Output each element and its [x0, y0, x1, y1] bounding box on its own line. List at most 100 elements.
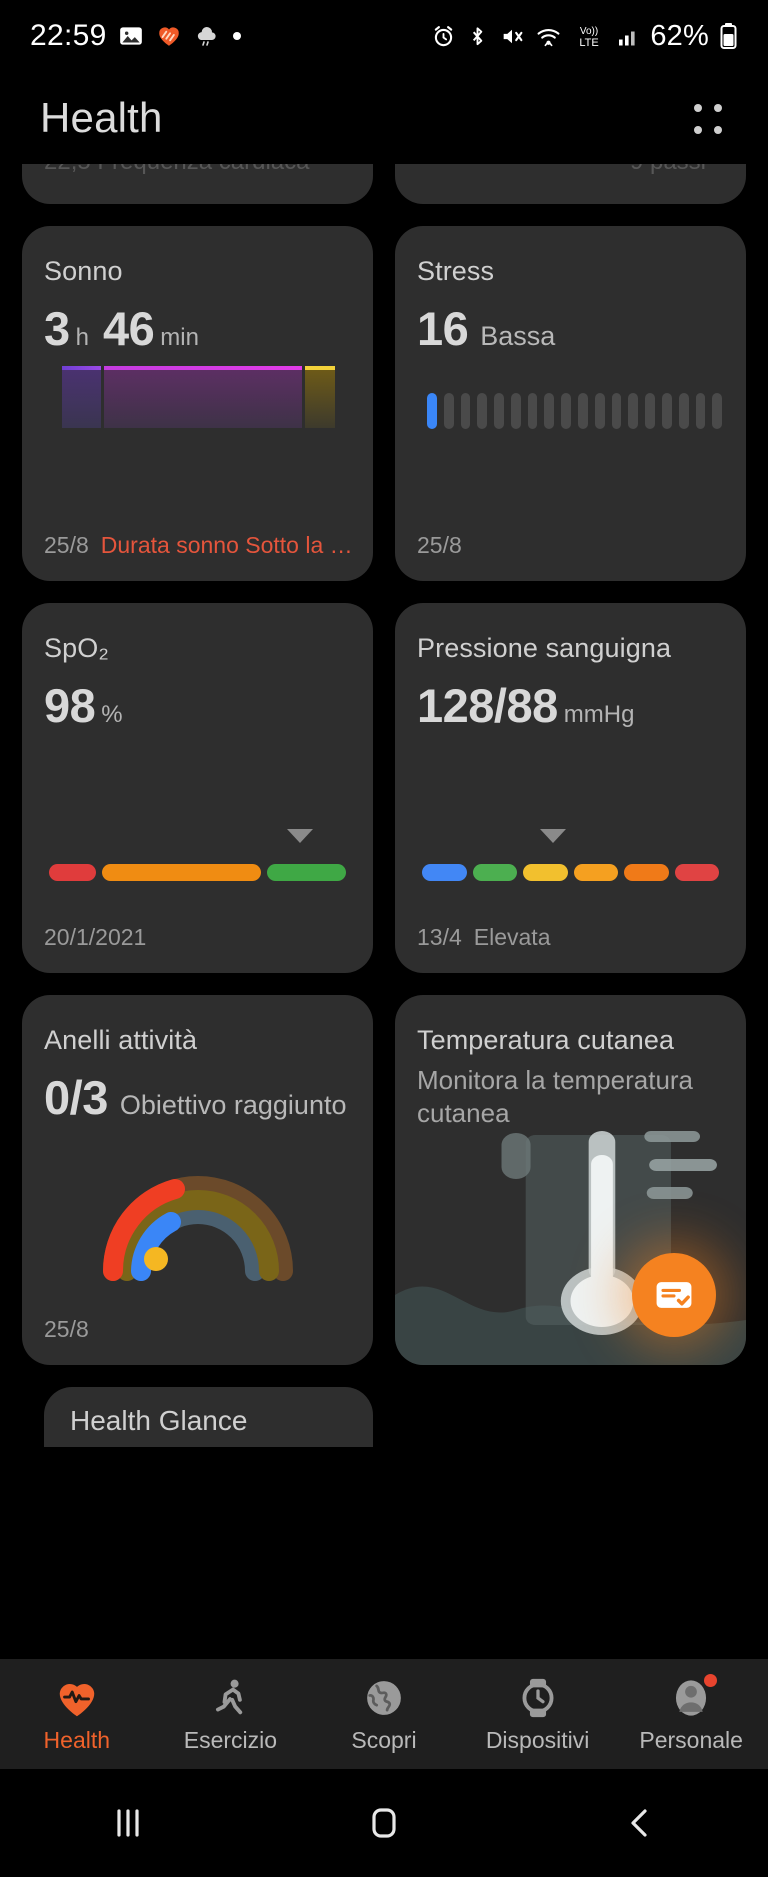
- sleep-minutes: 46: [103, 302, 155, 355]
- spo2-segment: [49, 864, 96, 881]
- sleep-stage-light: [103, 366, 302, 428]
- dot-icon: [231, 30, 243, 42]
- card-spo2[interactable]: SpO₂ 98 % 20/1/2021: [22, 603, 373, 973]
- blood-pressure-value: 128/88: [417, 679, 558, 732]
- spo2-date: 20/1/2021: [44, 924, 147, 950]
- stress-bar: [594, 393, 605, 429]
- back-icon[interactable]: [512, 1803, 768, 1843]
- alarm-icon: [431, 24, 456, 49]
- card-sleep[interactable]: Sonno 3 h 46 min 25/8 Durata sonno Sotto…: [22, 226, 373, 581]
- volte-icon: Vo)) LTE: [572, 23, 606, 49]
- sleep-hours-unit: h: [75, 324, 89, 351]
- stress-bar: [661, 393, 672, 429]
- activity-rings-label: Obiettivo raggiunto: [119, 1090, 347, 1120]
- card-stress[interactable]: Stress 16 Bassa 25/8: [395, 226, 746, 581]
- card-health-glance[interactable]: Health Glance: [44, 1387, 373, 1447]
- nav-item-dispositivi[interactable]: Dispositivi: [461, 1675, 615, 1754]
- sleep-stage-awake: [304, 366, 336, 428]
- row-spo2-bloodpressure: SpO₂ 98 % 20/1/2021 Pressione sanguigna …: [22, 603, 746, 973]
- stress-value-row: 16 Bassa: [417, 301, 724, 356]
- recents-icon[interactable]: [0, 1803, 256, 1843]
- blood-pressure-status: Elevata: [473, 924, 551, 950]
- app-bar: Health: [0, 72, 768, 164]
- home-icon[interactable]: [256, 1803, 512, 1843]
- activity-rings-footer: 25/8: [44, 1316, 359, 1343]
- activity-rings-value-row: 0/3 Obiettivo raggiunto: [44, 1070, 351, 1125]
- stress-bar: [510, 393, 521, 429]
- blood-pressure-segment: [523, 864, 568, 881]
- weather-icon: [194, 24, 220, 48]
- card-grid: 22,5 Frequenza cardiaca 9 passi Sonno 3 …: [0, 164, 768, 1447]
- mute-icon: [499, 24, 525, 49]
- stress-bar-chart: [427, 388, 723, 434]
- card-activity-rings[interactable]: Anelli attività 0/3 Obiettivo raggiunto: [22, 995, 373, 1365]
- spo2-footer: 20/1/2021: [44, 924, 359, 951]
- sleep-minutes-unit: min: [160, 324, 199, 351]
- nav-label-health: Health: [43, 1726, 111, 1753]
- spo2-title: SpO₂: [44, 633, 109, 663]
- sleep-footer: 25/8 Durata sonno Sotto la me...: [44, 532, 359, 559]
- add-measurement-button[interactable]: [632, 1253, 716, 1337]
- stress-value: 16: [417, 302, 469, 355]
- blood-pressure-value-row: 128/88 mmHg: [417, 678, 724, 733]
- spo2-range: [44, 829, 351, 881]
- sleep-date: 25/8: [44, 532, 89, 558]
- note-card-icon: [656, 1282, 692, 1308]
- phone-screen: 22:59 Vo)) LTE 62% Health Sonno 3 h 46 m…: [0, 0, 768, 1877]
- nav-item-health[interactable]: Health: [0, 1675, 154, 1754]
- nav-item-esercizio[interactable]: Esercizio: [154, 1675, 308, 1754]
- steps-partial-text: 9 passi: [630, 164, 706, 176]
- stress-date: 25/8: [417, 532, 462, 558]
- row-rings-temperature: Anelli attività 0/3 Obiettivo raggiunto: [22, 995, 746, 1365]
- person-icon: [669, 1673, 718, 1721]
- card-heart-rate-partial[interactable]: 22,5 Frequenza cardiaca: [22, 164, 373, 204]
- more-options-icon[interactable]: [684, 96, 728, 140]
- bottom-navigation: Health Esercizio Scopri Dispositivi Pers…: [0, 1659, 768, 1769]
- nav-item-personale[interactable]: Personale: [614, 1673, 768, 1754]
- stress-bar: [477, 393, 488, 429]
- status-time: 22:59: [30, 19, 107, 52]
- page-title: Health: [40, 94, 163, 141]
- heart-pulse-icon: [54, 1675, 100, 1721]
- sleep-warning: Durata sonno Sotto la me...: [100, 532, 359, 558]
- stress-bar: [460, 393, 471, 429]
- dashboard-scroll[interactable]: 22,5 Frequenza cardiaca 9 passi Sonno 3 …: [0, 164, 768, 1679]
- sleep-value: 3 h 46 min: [44, 301, 351, 356]
- blood-pressure-segment: [472, 864, 517, 881]
- stress-bar: [561, 393, 572, 429]
- activity-rings-date: 25/8: [44, 1316, 89, 1342]
- globe-icon: [362, 1675, 406, 1721]
- nav-label-personale: Personale: [639, 1726, 743, 1753]
- heart-rate-partial-text: 22,5 Frequenza cardiaca: [44, 164, 310, 176]
- stress-bar: [645, 393, 655, 429]
- status-bar: 22:59 Vo)) LTE 62%: [0, 0, 768, 72]
- nav-label-esercizio: Esercizio: [183, 1726, 278, 1753]
- card-blood-pressure[interactable]: Pressione sanguigna 128/88 mmHg 13/4 Ele…: [395, 603, 746, 973]
- nav-item-scopri[interactable]: Scopri: [307, 1675, 461, 1754]
- sleep-stage-deep: [62, 366, 101, 428]
- blood-pressure-segment: [624, 864, 669, 881]
- spo2-value-row: 98 %: [44, 678, 351, 733]
- activity-rings-title: Anelli attività: [44, 1025, 198, 1055]
- activity-rings-graphic: [22, 1121, 373, 1301]
- row-health-glance-partial: Health Glance: [22, 1387, 746, 1447]
- gallery-icon: [118, 23, 144, 49]
- nav-label-dispositivi: Dispositivi: [485, 1726, 590, 1753]
- status-bar-left: 22:59: [30, 19, 243, 53]
- svg-text:LTE: LTE: [580, 37, 599, 49]
- sleep-stage-chart: [62, 366, 336, 428]
- skin-temperature-description: Monitora la temperatura cutanea: [417, 1065, 694, 1129]
- nav-label-scopri: Scopri: [351, 1726, 417, 1753]
- stress-bar: [427, 393, 437, 429]
- blood-pressure-range: [417, 829, 724, 881]
- signal-icon: [616, 24, 640, 49]
- spo2-segment: [266, 864, 346, 881]
- card-steps-partial[interactable]: 9 passi: [395, 164, 746, 204]
- stress-bar: [544, 393, 555, 429]
- card-skin-temperature[interactable]: Temperatura cutanea Monitora la temperat…: [395, 995, 746, 1365]
- personale-badge: [704, 1673, 718, 1687]
- battery-icon: [719, 22, 738, 50]
- stress-bar: [628, 393, 639, 429]
- stress-bar: [678, 393, 689, 429]
- blood-pressure-unit: mmHg: [563, 701, 635, 728]
